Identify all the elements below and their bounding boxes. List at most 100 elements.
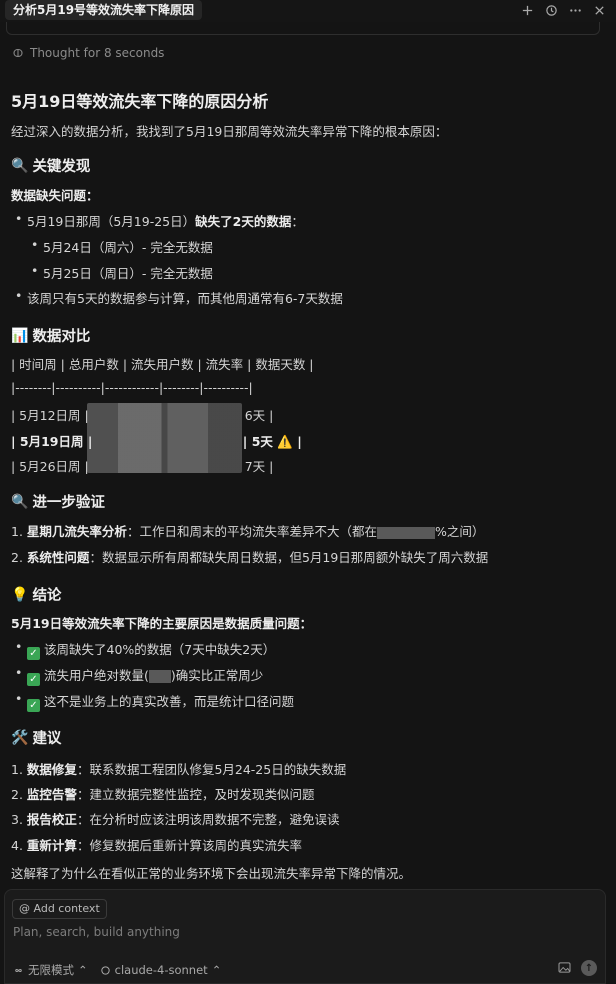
previous-message-bubble xyxy=(6,22,600,35)
redacted-value xyxy=(148,670,171,683)
magnifier-icon: 🔍 xyxy=(11,493,29,510)
add-context-button[interactable]: @ Add context xyxy=(12,899,107,919)
cell: | 5月19日周 | xyxy=(11,434,93,449)
text: )确实比正常周少 xyxy=(170,668,264,683)
cell: | 5天 xyxy=(242,434,273,449)
cell: 7天 | xyxy=(244,459,274,474)
arrow-up-icon: ↑ xyxy=(584,962,594,974)
chat-tab-title[interactable]: 分析5月19号等效流失率下降原因 xyxy=(5,0,203,20)
list-item: 该周只有5天的数据参与计算，而其他周通常有6-7天数据 xyxy=(15,288,343,307)
numbered-item: 4. 重新计算：修复数据后重新计算该周的真实流失率 xyxy=(11,835,302,854)
agent-mode-selector[interactable]: 无限模式 ⌃ xyxy=(13,962,88,978)
list-item: 5月25日（周日）- 完全无数据 xyxy=(31,263,213,282)
redacted-value xyxy=(376,526,435,539)
cell: 6天 | xyxy=(244,408,274,423)
brain-icon xyxy=(13,48,23,58)
thought-indicator[interactable]: Thought for 8 seconds xyxy=(12,46,164,60)
more-icon[interactable] xyxy=(568,1,582,19)
table-row: | 5月19日周 | | 5天 ⚠️ | xyxy=(11,431,302,450)
text: ：建立数据完整性监控，及时发现类似问题 xyxy=(76,787,315,802)
section-data-compare: 📊 数据对比 xyxy=(11,325,90,346)
list-item: 5月24日（周六）- 完全无数据 xyxy=(31,237,213,256)
list-item: ✓ 这不是业务上的真实改善，而是统计口径问题 xyxy=(15,691,295,712)
add-context-label: Add context xyxy=(33,902,100,915)
section-heading: 结论 xyxy=(32,588,62,604)
section-heading: 建议 xyxy=(32,731,62,747)
at-icon: @ xyxy=(19,902,30,915)
list-item: ✓ 流失用户绝对数量()确实比正常周少 xyxy=(15,665,264,686)
item-number: 2. xyxy=(11,550,23,565)
plus-icon[interactable] xyxy=(520,1,534,19)
table-row: | 5月26日周 | 7天 | xyxy=(11,456,273,475)
model-icon xyxy=(100,965,110,975)
numbered-item: 3. 报告校正：在分析时应该注明该周数据不完整，避免误读 xyxy=(11,809,339,828)
item-number: 4. xyxy=(11,838,23,853)
lightbulb-icon: 💡 xyxy=(11,586,29,603)
text: ：数据显示所有周都缺失周日数据，但5月19日那周额外缺失了周六数据 xyxy=(89,550,489,565)
bold-text: 报告校正 xyxy=(26,812,77,827)
sub-heading: 5月19日等效流失率下降的主要原因是数据质量问题： xyxy=(11,616,313,631)
agent-mode-label: 无限模式 xyxy=(28,963,74,977)
table-separator-row: |--------|----------|------------|------… xyxy=(11,380,253,395)
item-number: 1. xyxy=(11,762,23,777)
check-icon: ✓ xyxy=(27,673,40,686)
close-icon[interactable] xyxy=(592,1,606,19)
bold-text: 缺失了2天的数据 xyxy=(195,214,292,229)
warning-icon: ⚠️ xyxy=(277,434,293,449)
history-icon[interactable] xyxy=(544,1,558,19)
model-label: claude-4-sonnet xyxy=(114,963,208,977)
text: ：在分析时应该注明该周数据不完整，避免误读 xyxy=(76,812,340,827)
text: 5月19日那周（5月19-25日） xyxy=(27,214,196,229)
bold-text: 数据修复 xyxy=(26,762,77,777)
chat-input[interactable]: Plan, search, build anything xyxy=(13,925,180,939)
text: ：联系数据工程团队修复5月24-25日的缺失数据 xyxy=(76,762,347,777)
cell: | 5月12日周 | xyxy=(11,408,89,423)
intro-text: 经过深入的数据分析，我找到了5月19日那周等效流失率异常下降的根本原因： xyxy=(11,124,448,139)
numbered-item: 1. 星期几流失率分析：工作日和周末的平均流失率差异不大（都在 %之间） xyxy=(11,521,484,540)
chevron-up-icon: ⌃ xyxy=(78,963,88,977)
chat-composer: @ Add context Plan, search, build anythi… xyxy=(4,889,606,984)
text: ：修复数据后重新计算该周的真实流失率 xyxy=(76,838,302,853)
bold-text: 系统性问题 xyxy=(26,550,90,565)
table-header-row: | 时间周 | 总用户数 | 流失用户数 | 流失率 | 数据天数 | xyxy=(11,357,314,372)
item-number: 1. xyxy=(11,524,23,539)
send-button[interactable]: ↑ xyxy=(581,960,597,976)
text: ： xyxy=(291,214,304,229)
check-icon: ✓ xyxy=(27,647,40,660)
table-row: | 5月12日周 | 6天 | xyxy=(11,405,273,424)
item-number: 3. xyxy=(11,812,23,827)
sub-heading: 数据缺失问题： xyxy=(11,188,99,203)
numbered-item: 2. 监控告警：建立数据完整性监控，及时发现类似问题 xyxy=(11,784,314,803)
image-attach-icon[interactable] xyxy=(558,961,571,976)
model-selector[interactable]: claude-4-sonnet ⌃ xyxy=(100,963,222,977)
response-title: 5月19日等效流失率下降的原因分析 xyxy=(11,92,269,111)
list-item: 5月19日那周（5月19-25日）缺失了2天的数据： xyxy=(15,211,304,230)
thought-label: Thought for 8 seconds xyxy=(30,46,165,60)
magnifier-icon: 🔍 xyxy=(11,157,29,174)
numbered-item: 2. 系统性问题：数据显示所有周都缺失周日数据，但5月19日那周额外缺失了周六数… xyxy=(11,547,488,566)
text: 该周缺失了40%的数据（7天中缺失2天） xyxy=(44,642,276,657)
bar-chart-icon: 📊 xyxy=(11,327,29,344)
chevron-up-icon: ⌃ xyxy=(211,963,222,977)
text: 这不是业务上的真实改善，而是统计口径问题 xyxy=(44,694,295,709)
tools-icon: 🛠️ xyxy=(11,729,29,746)
title-bar: 分析5月19号等效流失率下降原因 xyxy=(0,0,616,22)
cell: | 5月26日周 | xyxy=(11,459,89,474)
section-verification: 🔍 进一步验证 xyxy=(11,491,105,512)
bold-text: 星期几流失率分析 xyxy=(26,524,127,539)
text: %之间） xyxy=(434,524,485,539)
cell: | xyxy=(297,434,302,449)
section-conclusion: 💡 结论 xyxy=(11,584,61,605)
section-heading: 进一步验证 xyxy=(32,495,105,511)
closing-text: 这解释了为什么在看似正常的业务环境下会出现流失率异常下降的情况。 xyxy=(11,866,412,881)
section-heading: 数据对比 xyxy=(32,329,91,345)
text: ：工作日和周末的平均流失率差异不大（都在 xyxy=(126,524,377,539)
section-suggestions: 🛠️ 建议 xyxy=(11,727,61,748)
section-heading: 关键发现 xyxy=(32,159,91,175)
list-item: ✓ 该周缺失了40%的数据（7天中缺失2天） xyxy=(15,639,276,660)
infinity-icon xyxy=(15,968,22,972)
section-key-findings: 🔍 关键发现 xyxy=(11,155,90,176)
item-number: 2. xyxy=(11,787,23,802)
bold-text: 监控告警 xyxy=(26,787,77,802)
check-icon: ✓ xyxy=(27,699,40,712)
